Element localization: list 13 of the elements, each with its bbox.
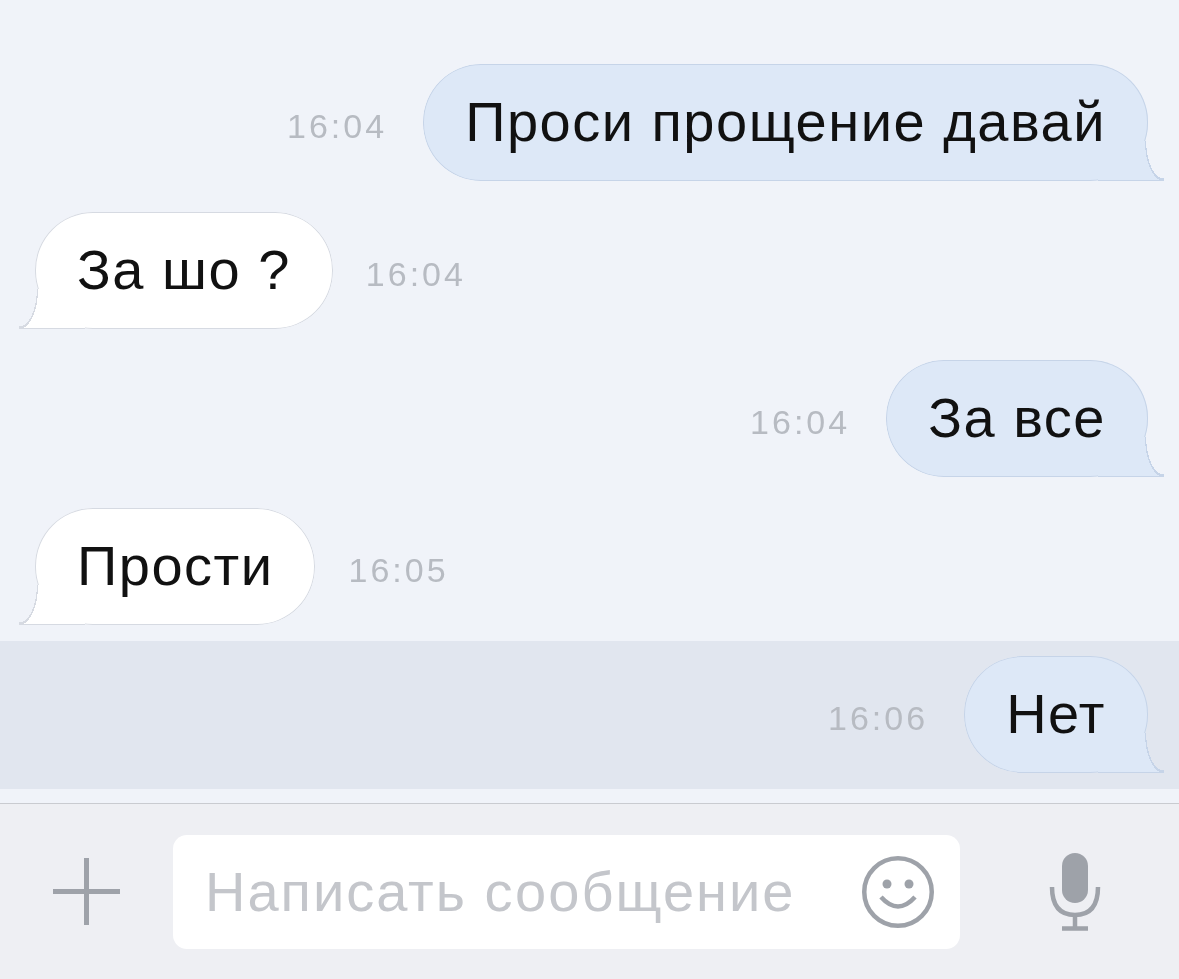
message-time: 16:04 [365, 254, 466, 294]
smiley-icon[interactable] [862, 855, 934, 928]
plus-icon[interactable] [53, 858, 120, 925]
message-bubble: Проси прощение давай [423, 64, 1164, 181]
message-bubble: Нет [964, 656, 1164, 773]
message-input-field[interactable]: Написать сообщение [173, 834, 960, 949]
message-time: 16:04 [750, 402, 851, 442]
message-bubble: За шо ? [19, 212, 333, 329]
message-time: 16:05 [348, 550, 449, 590]
message-bubble: Прости [19, 508, 316, 625]
microphone-icon[interactable] [1048, 852, 1102, 931]
message-bubble: За все [886, 360, 1164, 477]
message-time: 16:04 [287, 106, 388, 146]
